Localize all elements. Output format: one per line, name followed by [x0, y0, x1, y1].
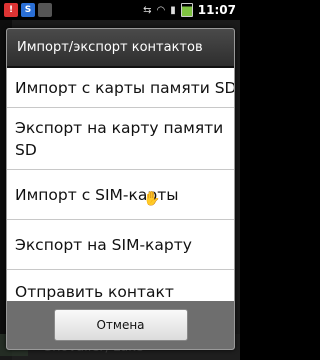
wifi-icon: ◠: [156, 4, 166, 16]
menu-item-label: Отправить контакт: [15, 282, 174, 301]
skype-icon: S: [21, 3, 35, 17]
menu-item-import-sd[interactable]: Импорт с карты памяти SD: [7, 68, 234, 108]
battery-icon: [180, 3, 193, 17]
system-icons: ⇆ ◠ ▮ 11:07: [143, 3, 236, 17]
clock: 11:07: [197, 3, 236, 17]
phone-screen: ! S ⇆ ◠ ▮ 11:07 Shovalier, Luke Импорт/э…: [0, 0, 240, 360]
menu-item-export-sim[interactable]: Экспорт на SIM-карту: [7, 220, 234, 270]
notification-icons: ! S: [4, 3, 52, 17]
dialog-menu: Импорт с карты памяти SD Экспорт на карт…: [7, 68, 234, 314]
menu-item-label: Импорт с карты памяти SD: [15, 78, 235, 97]
signal-icon: ▮: [170, 4, 176, 16]
box-icon: [38, 3, 52, 17]
menu-item-label: Экспорт на карту памяти SD: [15, 118, 224, 159]
warning-icon: !: [4, 3, 18, 17]
import-export-dialog: Импорт/экспорт контактов Импорт с карты …: [6, 28, 235, 350]
cancel-button[interactable]: Отмена: [53, 309, 188, 341]
touch-indicator-icon: ✋: [143, 191, 161, 207]
menu-item-export-sd[interactable]: Экспорт на карту памяти SD: [7, 108, 234, 170]
status-bar: ! S ⇆ ◠ ▮ 11:07: [0, 0, 240, 20]
dialog-footer: Отмена: [7, 301, 234, 349]
menu-item-label: Экспорт на SIM-карту: [15, 235, 192, 254]
menu-item-import-sim[interactable]: Импорт с SIM-карты ✋: [7, 170, 234, 220]
dialog-title: Импорт/экспорт контактов: [7, 29, 234, 68]
usb-icon: ⇆: [143, 4, 152, 16]
